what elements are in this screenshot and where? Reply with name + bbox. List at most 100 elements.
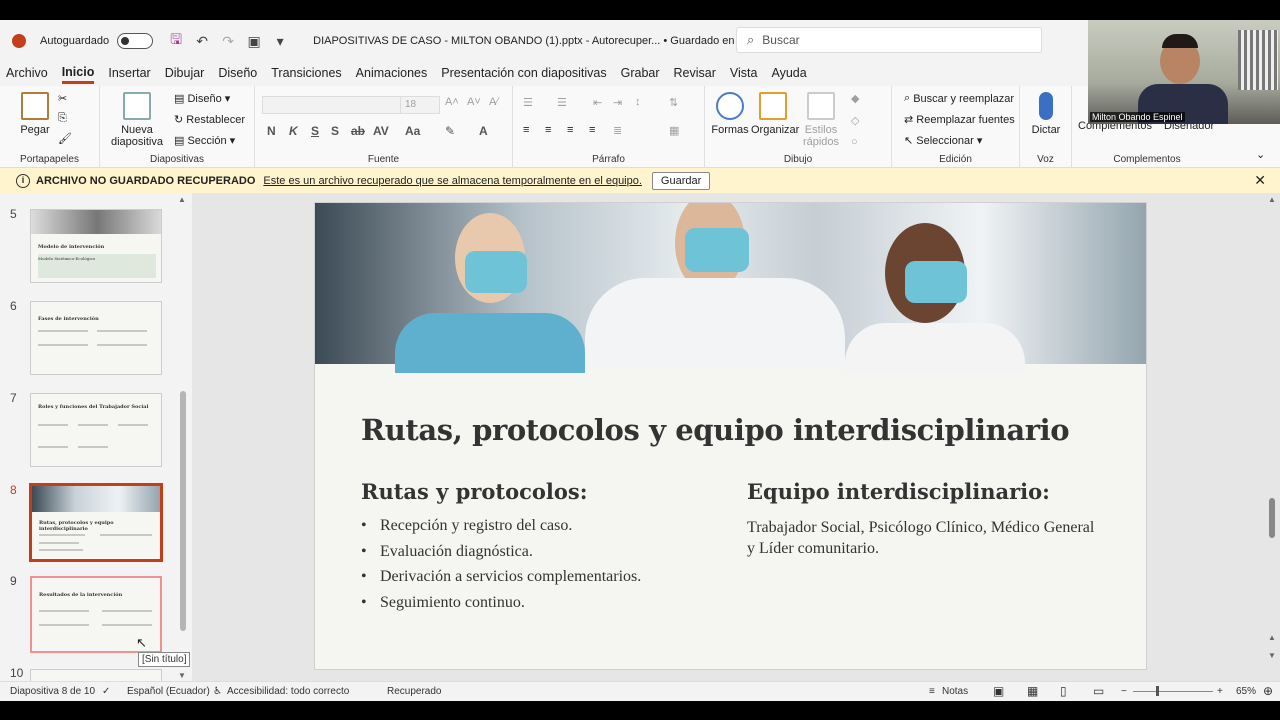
- align-right-icon[interactable]: ≡: [567, 124, 573, 136]
- thumbnail-scroll-thumb[interactable]: [180, 391, 186, 631]
- shrink-font-icon[interactable]: A˅: [467, 96, 481, 108]
- find-replace-button[interactable]: ⌕ Buscar y reemplazar: [904, 92, 1014, 105]
- shadow-icon[interactable]: S: [331, 124, 339, 138]
- decrease-indent-icon[interactable]: ⇤: [593, 96, 602, 109]
- italic-icon[interactable]: K: [289, 124, 298, 138]
- section-button[interactable]: ▤ Sección ▾: [174, 134, 235, 148]
- tab-revisar[interactable]: Revisar: [674, 66, 716, 82]
- zoom-out-icon[interactable]: −: [1121, 686, 1127, 697]
- slide-title[interactable]: Rutas, protocolos y equipo interdiscipli…: [361, 413, 1070, 447]
- zoom-in-icon[interactable]: +: [1217, 686, 1223, 697]
- infobar-message-link[interactable]: Este es un archivo recuperado que se alm…: [263, 175, 642, 187]
- copy-icon[interactable]: ⎘: [58, 112, 67, 125]
- replace-fonts-button[interactable]: ⇄ Reemplazar fuentes: [904, 113, 1015, 127]
- tab-diseno[interactable]: Diseño: [218, 66, 257, 82]
- right-column-heading[interactable]: Equipo interdisciplinario:: [747, 479, 1050, 504]
- clear-format-icon[interactable]: A∕: [489, 96, 498, 108]
- left-column-heading[interactable]: Rutas y protocolos:: [361, 479, 588, 504]
- team-text[interactable]: Trabajador Social, Psicólogo Clínico, Mé…: [747, 517, 1097, 559]
- scroll-up-icon[interactable]: ▲: [1268, 195, 1276, 204]
- increase-indent-icon[interactable]: ⇥: [613, 96, 622, 109]
- redo-icon[interactable]: ↷: [219, 32, 237, 50]
- close-icon[interactable]: ✕: [1254, 172, 1266, 189]
- notes-icon[interactable]: ≡: [929, 686, 935, 697]
- shapes-button[interactable]: Formas: [711, 92, 749, 136]
- change-case-icon[interactable]: Aa: [405, 124, 420, 138]
- format-painter-icon[interactable]: 🖌: [58, 132, 72, 145]
- slide-scrollbar[interactable]: ▲ ▲ ▼: [1266, 193, 1278, 681]
- normal-view-icon[interactable]: ▣: [993, 684, 1004, 698]
- quick-styles-button[interactable]: Estilos rápidos: [799, 92, 843, 148]
- font-color-icon[interactable]: A: [479, 124, 488, 138]
- zoom-level[interactable]: 65%: [1236, 686, 1256, 697]
- tab-ayuda[interactable]: Ayuda: [771, 66, 806, 82]
- slide-canvas[interactable]: Rutas, protocolos y equipo interdiscipli…: [314, 202, 1147, 670]
- slide-sorter-icon[interactable]: ▦: [1027, 684, 1038, 698]
- tab-grabar[interactable]: Grabar: [621, 66, 660, 82]
- slide-thumbnail-6[interactable]: Fases de intervención: [30, 301, 162, 375]
- present-icon[interactable]: ▣: [245, 32, 263, 50]
- underline-icon[interactable]: S: [311, 124, 319, 138]
- shape-fill-icon[interactable]: ◆: [851, 92, 859, 105]
- customize-qat-icon[interactable]: ▾: [271, 32, 289, 50]
- spacing-icon[interactable]: AV: [373, 124, 389, 138]
- tab-presentacion[interactable]: Presentación con diapositivas: [441, 66, 606, 82]
- save-icon[interactable]: 🖫: [167, 31, 185, 50]
- thumbnail-scrollbar[interactable]: ▲ ▼: [178, 195, 188, 680]
- language-indicator[interactable]: Español (Ecuador): [127, 686, 210, 697]
- tab-animaciones[interactable]: Animaciones: [356, 66, 428, 82]
- bold-icon[interactable]: N: [267, 124, 276, 138]
- slide-scroll-thumb[interactable]: [1269, 498, 1275, 538]
- strikethrough-icon[interactable]: ab: [351, 124, 365, 138]
- spell-check-icon[interactable]: ✓: [102, 686, 110, 697]
- tab-insertar[interactable]: Insertar: [108, 66, 150, 82]
- columns-icon[interactable]: ≣: [613, 124, 622, 137]
- font-size-input[interactable]: 18: [400, 96, 440, 114]
- justify-icon[interactable]: ≡: [589, 124, 595, 136]
- scroll-down-icon[interactable]: ▼: [178, 671, 186, 680]
- select-button[interactable]: ↖ Seleccionar ▾: [904, 134, 982, 148]
- reset-button[interactable]: ↻ Restablecer: [174, 113, 245, 127]
- bullets-icon[interactable]: ☰: [523, 96, 533, 109]
- shape-effects-icon[interactable]: ○: [851, 136, 858, 148]
- cut-icon[interactable]: ✂: [58, 92, 67, 105]
- zoom-slider-thumb[interactable]: [1156, 686, 1159, 696]
- layout-button[interactable]: ▤ Diseño ▾: [174, 92, 230, 106]
- slideshow-view-icon[interactable]: ▭: [1093, 684, 1104, 698]
- tab-archivo[interactable]: Archivo: [6, 66, 48, 82]
- new-slide-button[interactable]: Nueva diapositiva: [106, 92, 168, 148]
- search-input[interactable]: ⌕ Buscar: [736, 27, 1042, 53]
- line-spacing-icon[interactable]: ↕: [635, 96, 641, 108]
- notes-button[interactable]: Notas: [942, 686, 968, 697]
- tab-vista[interactable]: Vista: [730, 66, 758, 82]
- text-direction-icon[interactable]: ⇅: [669, 96, 678, 109]
- fit-to-window-icon[interactable]: ⊕: [1263, 684, 1273, 698]
- shape-outline-icon[interactable]: ◇: [851, 114, 859, 127]
- undo-icon[interactable]: ↶: [193, 32, 211, 50]
- smartart-icon[interactable]: ▦: [669, 124, 679, 137]
- scroll-up-icon[interactable]: ▲: [178, 195, 186, 204]
- tab-inicio[interactable]: Inicio: [61, 65, 95, 84]
- collapse-ribbon-icon[interactable]: ⌄: [1256, 148, 1265, 161]
- paste-button[interactable]: Pegar: [18, 92, 52, 136]
- slide-thumbnail-8[interactable]: Rutas, protocolos y equipo interdiscipli…: [29, 483, 163, 562]
- accessibility-icon[interactable]: ♿: [213, 686, 222, 697]
- prev-slide-icon[interactable]: ▲: [1268, 633, 1276, 642]
- infobar-save-button[interactable]: Guardar: [651, 171, 711, 190]
- slide-thumbnail-7[interactable]: Roles y funciones del Trabajador Social: [30, 393, 162, 467]
- slide-thumbnail-5[interactable]: Modelo de intervención Modelo Sistémico-…: [30, 209, 162, 283]
- grow-font-icon[interactable]: A˄: [445, 96, 459, 108]
- tab-dibujar[interactable]: Dibujar: [165, 66, 205, 82]
- next-slide-icon[interactable]: ▼: [1268, 651, 1276, 660]
- align-center-icon[interactable]: ≡: [545, 124, 551, 136]
- protocol-bullet-list[interactable]: Recepción y registro del caso. Evaluació…: [361, 517, 641, 619]
- reading-view-icon[interactable]: ▯: [1060, 684, 1067, 698]
- font-name-input[interactable]: [262, 96, 402, 114]
- zoom-slider[interactable]: [1133, 691, 1213, 692]
- autosave-toggle[interactable]: [117, 33, 154, 49]
- arrange-button[interactable]: Organizar: [751, 92, 799, 136]
- align-left-icon[interactable]: ≡: [523, 124, 529, 136]
- dictate-button[interactable]: Dictar: [1026, 92, 1066, 136]
- accessibility-status[interactable]: Accesibilidad: todo correcto: [227, 686, 349, 697]
- tab-transiciones[interactable]: Transiciones: [271, 66, 341, 82]
